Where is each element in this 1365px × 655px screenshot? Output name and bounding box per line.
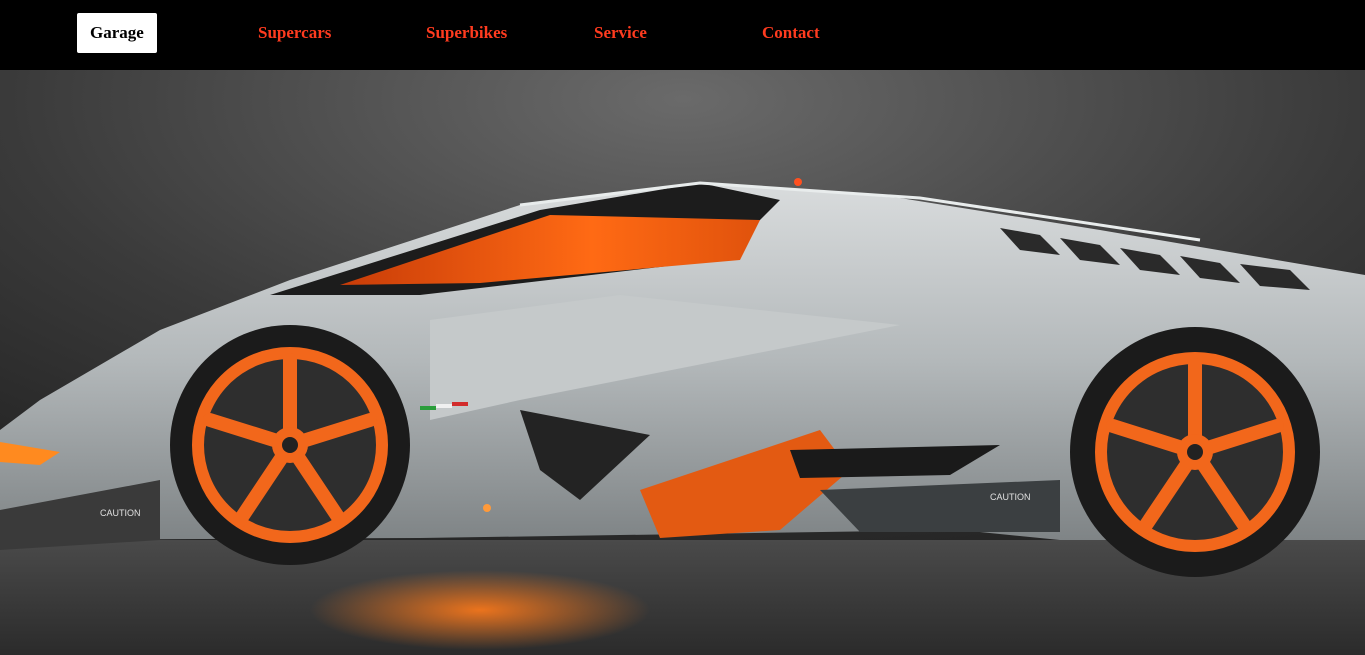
nav-link-supercars[interactable]: Supercars [258,13,331,53]
rear-wheel [1070,327,1320,577]
hero-supercar-image: CAUTION CAUTION [0,70,1365,655]
nav-link-superbikes[interactable]: Superbikes [426,13,507,53]
front-wheel [170,325,410,565]
nav-link-contact[interactable]: Contact [762,13,820,53]
hero-banner: CAUTION CAUTION [0,70,1365,655]
nav-link-service[interactable]: Service [594,13,647,53]
floor-reflection-glow [310,570,650,650]
caution-label-rear: CAUTION [990,492,1031,502]
top-navbar: Garage Supercars Superbikes Service Cont… [0,0,1365,70]
nav-link-garage[interactable]: Garage [77,13,157,53]
caution-label-front: CAUTION [100,508,141,518]
